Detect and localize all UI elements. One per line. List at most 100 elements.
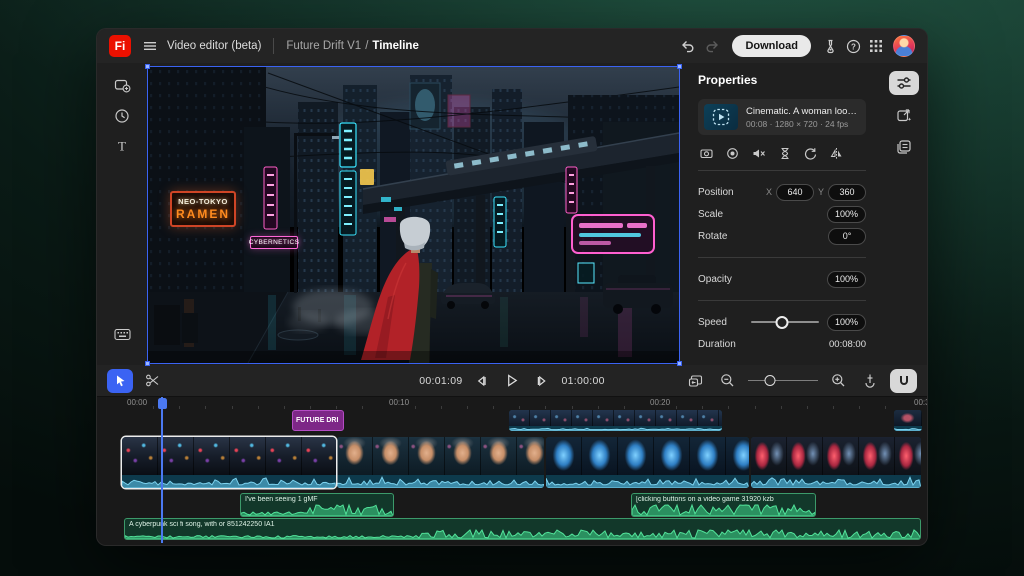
app-switcher-button[interactable] [865, 35, 887, 57]
breadcrumb-separator: / [365, 40, 368, 52]
neon-sign-vertical-pink-left [264, 167, 277, 229]
timeline-clip-filmstrip-crowd[interactable] [509, 410, 722, 431]
playhead[interactable] [161, 397, 163, 543]
download-button[interactable]: Download [732, 35, 811, 57]
playhead-handle[interactable] [158, 398, 167, 409]
timeline-clip-video-city[interactable] [122, 437, 336, 488]
thumbnail-frame [572, 410, 593, 426]
step-back-button[interactable] [471, 370, 493, 392]
desktop-background: Fi Video editor (beta) Future Drift V1 /… [0, 0, 1024, 576]
timeline-clip-filmstrip-mini[interactable] [894, 410, 922, 431]
video-preview-canvas[interactable]: NEO-TOKYO RAMEN CYBERNETICS [147, 66, 680, 364]
history-icon [114, 108, 130, 124]
thumbnail-frame [894, 410, 922, 426]
app-title: Video editor (beta) [167, 40, 261, 52]
select-cursor-icon [114, 374, 127, 387]
breadcrumb-project[interactable]: Future Drift V1 [286, 40, 361, 52]
neon-sign-vertical-pink-right [566, 167, 577, 213]
select-tool-button[interactable] [107, 369, 133, 393]
timeline-tracks: FUTURE DRI I've been seeing 1 gMF [clickin… [97, 397, 927, 545]
waveform [632, 501, 815, 516]
clip-action-icons [700, 147, 864, 160]
rotate-field[interactable]: 0° [828, 228, 866, 245]
clip-card-text: Cinematic. A woman looks a... v.ffgenvid… [746, 106, 860, 129]
waveform [509, 426, 722, 431]
neon-sign-vertical-cyan-2 [340, 171, 356, 235]
versions-button[interactable] [892, 135, 916, 159]
thumbnail-frame [445, 437, 481, 475]
zoom-out-button[interactable] [716, 369, 739, 392]
selection-handle-top-left[interactable] [145, 64, 150, 69]
history-button[interactable] [110, 104, 134, 128]
beta-feedback-button[interactable] [819, 35, 842, 58]
firefly-logo[interactable]: Fi [109, 35, 131, 57]
scale-field[interactable]: 100% [827, 206, 866, 223]
split-tool-button[interactable] [141, 369, 164, 392]
timeline-clip-audio[interactable]: A cyberpunk sci fi song, with or 8512422… [124, 518, 921, 540]
razor-playhead-button[interactable] [859, 369, 881, 392]
flip-icon [830, 147, 843, 160]
thumbnail-frame [546, 437, 582, 475]
thumbnail-frame [517, 437, 544, 475]
timeline-clip-video-robot-red[interactable] [751, 437, 921, 488]
opacity-field[interactable]: 100% [827, 271, 866, 288]
speed-field[interactable]: 100% [827, 314, 866, 331]
step-forward-button[interactable] [532, 370, 554, 392]
regenerate-button[interactable] [804, 147, 817, 160]
help-button[interactable]: ? [842, 35, 865, 58]
selection-handle-bottom-left[interactable] [145, 361, 150, 366]
apps-grid-icon [869, 39, 883, 53]
thumbnail-frame [787, 437, 823, 475]
selected-clip-card[interactable]: Cinematic. A woman looks a... v.ffgenvid… [698, 99, 866, 135]
hourglass-button[interactable] [779, 147, 791, 160]
timeline-clip-video-robot-blue[interactable] [546, 437, 749, 488]
add-media-button[interactable] [110, 73, 135, 98]
keyboard-shortcuts-button[interactable] [110, 324, 135, 345]
zoom-slider-handle[interactable] [765, 375, 776, 386]
timeline-clip-title[interactable]: FUTURE DRI [292, 410, 344, 431]
avatar[interactable] [893, 35, 915, 57]
timeline-zoom-controls [684, 369, 917, 393]
generated-video-thumbnail [704, 104, 738, 130]
opacity-row: Opacity 100% [698, 268, 866, 290]
undo-icon [680, 38, 696, 54]
selection-handle-top-right[interactable] [677, 64, 682, 69]
redo-button[interactable] [700, 34, 724, 58]
scale-row: Scale 100% [698, 203, 866, 225]
speed-slider[interactable] [751, 316, 819, 329]
position-x-field[interactable]: 640 [776, 184, 814, 201]
text-tool-button[interactable]: T [110, 134, 134, 158]
razor-icon [863, 373, 877, 388]
thumbnail-frame [677, 410, 698, 426]
transport-controls: 00:01:09 01:00:00 [419, 369, 605, 392]
thumbnail-frame [158, 437, 194, 475]
position-label: Position [698, 187, 762, 198]
timeline-area: 00:0000:1000:2000:30 FUTURE DRII've been… [97, 397, 927, 545]
selection-handle-bottom-right[interactable] [677, 361, 682, 366]
timeline-clip-video-face[interactable] [337, 437, 544, 488]
timeline-clip-audio[interactable]: I've been seeing 1 gMF [240, 493, 394, 517]
record-circle-button[interactable] [726, 147, 739, 160]
timeline-clip-audio[interactable]: [clicking buttons on a video game 31920 … [631, 493, 816, 517]
properties-panel-button[interactable] [889, 71, 919, 95]
zoom-in-button[interactable] [827, 369, 850, 392]
svg-text:?: ? [851, 42, 856, 51]
snapping-toggle-button[interactable] [890, 369, 917, 393]
share-export-button[interactable] [892, 103, 916, 127]
audio-mute-button[interactable] [752, 147, 766, 160]
clip-label: FUTURE DRI [293, 417, 341, 424]
position-y-field[interactable]: 360 [828, 184, 866, 201]
thumbnail-frame [302, 437, 336, 475]
camera-button[interactable] [700, 147, 713, 160]
hamburger-menu-button[interactable] [139, 35, 161, 57]
speed-slider-handle[interactable] [775, 316, 788, 329]
flask-icon [823, 39, 838, 54]
clip-name: Cinematic. A woman looks a... v.ffgenvid [746, 106, 860, 117]
play-button[interactable] [501, 369, 524, 392]
neon-sign-text-bottom: RAMEN [176, 207, 230, 221]
hamburger-icon [143, 39, 157, 53]
undo-button[interactable] [676, 34, 700, 58]
timeline-zoom-slider[interactable] [748, 374, 818, 387]
flip-button[interactable] [830, 147, 843, 160]
fit-timeline-button[interactable] [684, 370, 707, 392]
